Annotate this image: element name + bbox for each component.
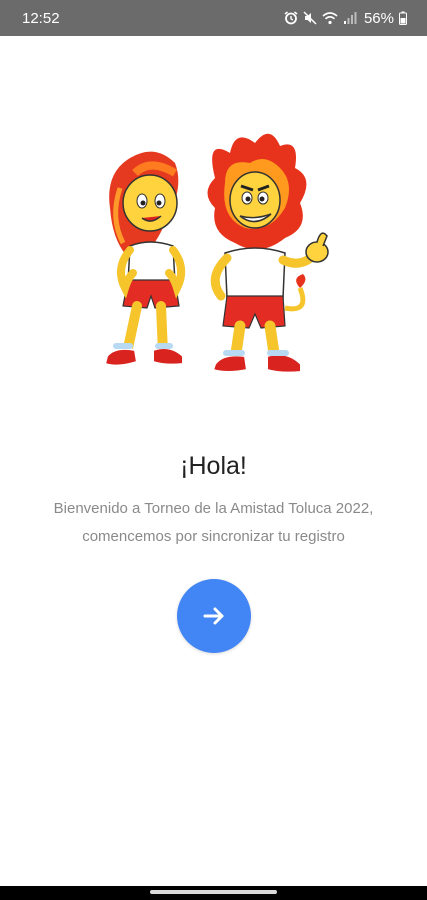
alarm-icon <box>284 11 298 25</box>
status-icons: 56% <box>284 10 407 27</box>
greeting-title: ¡Hola! <box>180 452 247 480</box>
signal-icon <box>343 12 357 24</box>
home-gesture-pill[interactable] <box>150 890 277 894</box>
status-time: 12:52 <box>22 9 60 27</box>
male-mascot <box>207 133 329 374</box>
welcome-message: Bienvenido a Torneo de la Amistad Toluca… <box>53 500 374 545</box>
arrow-right-icon <box>203 607 224 625</box>
battery-level: 56% <box>363 9 394 27</box>
mascots-illustration <box>103 133 329 374</box>
navigation-bar <box>0 886 427 900</box>
status-bar: 12:52 56% <box>0 0 427 36</box>
battery-icon <box>399 11 407 25</box>
female-mascot <box>103 151 186 367</box>
wifi-icon <box>322 12 338 25</box>
next-button[interactable] <box>177 579 251 653</box>
mute-icon <box>303 11 317 25</box>
